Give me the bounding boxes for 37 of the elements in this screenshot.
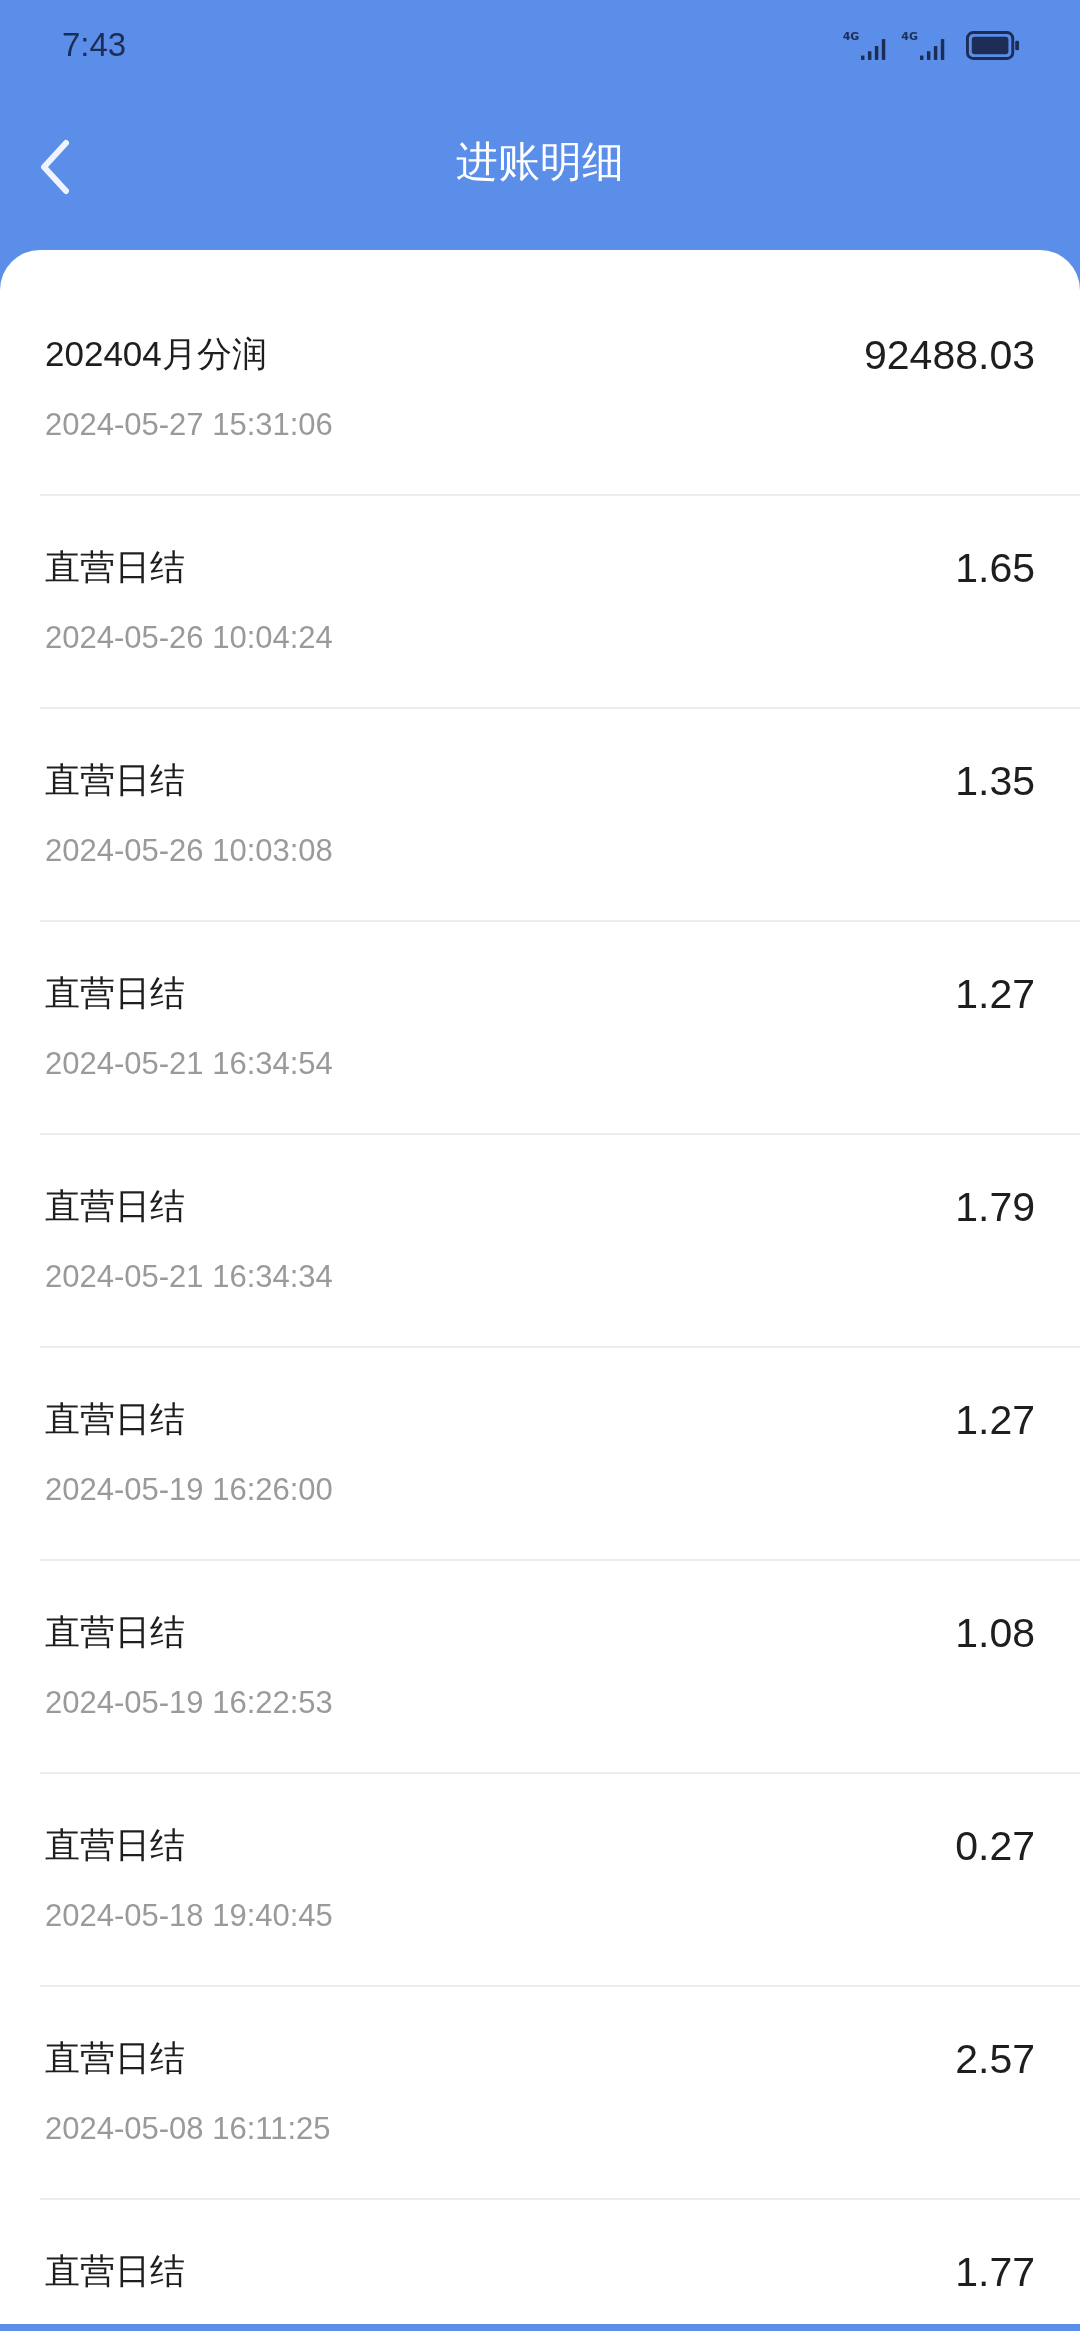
entry-amount: 92488.03 [864, 331, 1035, 379]
entry-amount: 1.35 [955, 757, 1035, 805]
entry-time: 2024-05-21 16:34:54 [45, 1045, 333, 1083]
entry-time: 2024-05-08 16:11:25 [45, 2110, 331, 2148]
battery-icon [966, 30, 1020, 60]
signal-icon [920, 38, 946, 60]
entry-amount: 1.65 [955, 544, 1035, 592]
signal-icon [861, 38, 888, 60]
entry-title: 直营日结 [45, 2037, 186, 2079]
entry-amount: 1.27 [955, 970, 1035, 1018]
network-label: 4G [901, 30, 918, 43]
entry-title: 直营日结 [45, 972, 186, 1014]
network-label: 4G [842, 30, 860, 43]
entry-title: 202404月分润 [45, 333, 268, 375]
entry-title: 直营日结 [45, 1824, 186, 1866]
back-icon[interactable] [40, 139, 70, 195]
entry-time: 2024-05-21 16:34:34 [45, 1258, 333, 1296]
entry-amount: 1.27 [955, 1396, 1035, 1444]
entry-title: 直营日结 [45, 2250, 185, 2292]
entry-time: 2024-05-27 15:31:06 [45, 406, 333, 444]
entry-time: 2024-05-19 16:22:53 [45, 1684, 333, 1722]
entry-amount: 1.77 [955, 2248, 1035, 2296]
entry-time: 2024-05-19 16:26:00 [45, 1471, 333, 1509]
entry-time: 2024-05-18 19:40:45 [45, 1897, 333, 1935]
entry-time: 2024-05-26 10:03:08 [45, 832, 333, 870]
entry-amount: 1.08 [955, 1609, 1035, 1657]
entry-title: 直营日结 [45, 759, 186, 801]
entry-amount: 1.79 [955, 1183, 1035, 1231]
entry-title: 直营日结 [45, 546, 186, 588]
entry-title: 直营日结 [45, 1185, 186, 1227]
entry-title: 直营日结 [45, 1611, 186, 1653]
clock-time: 7:43 [62, 26, 127, 64]
entry-amount: 0.27 [955, 1822, 1035, 1870]
entry-title: 直营日结 [45, 1398, 186, 1440]
page-title: 进账明细 [456, 136, 624, 188]
entry-amount: 2.57 [955, 2035, 1035, 2083]
entry-time: 2024-05-26 10:04:24 [45, 619, 333, 657]
